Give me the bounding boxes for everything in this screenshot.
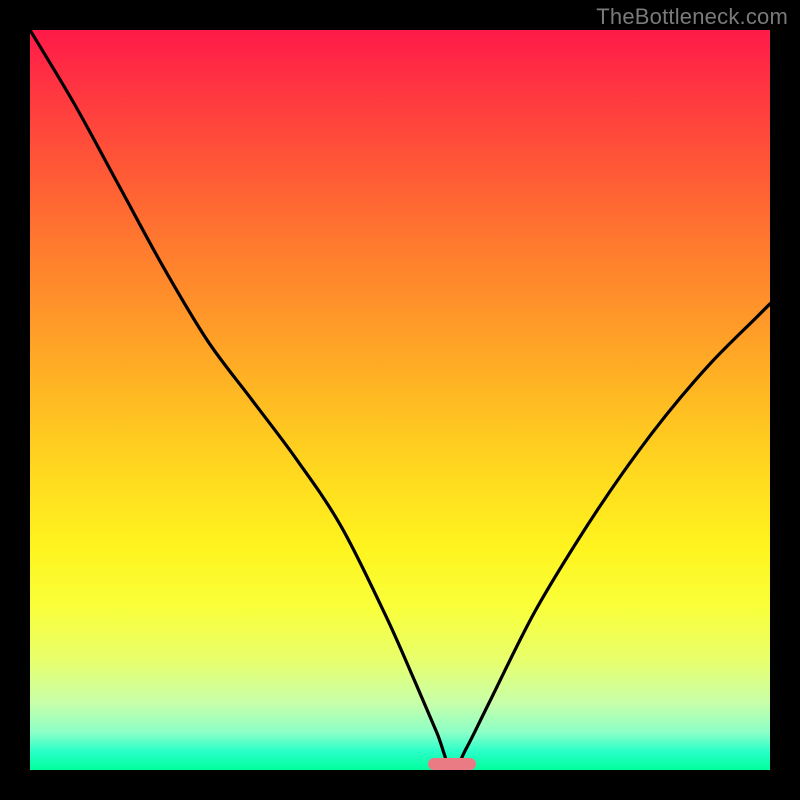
bottleneck-curve bbox=[30, 30, 770, 770]
chart-frame: TheBottleneck.com bbox=[0, 0, 800, 800]
plot-area bbox=[30, 30, 770, 770]
optimal-marker bbox=[428, 758, 476, 770]
attribution-label: TheBottleneck.com bbox=[596, 4, 788, 30]
